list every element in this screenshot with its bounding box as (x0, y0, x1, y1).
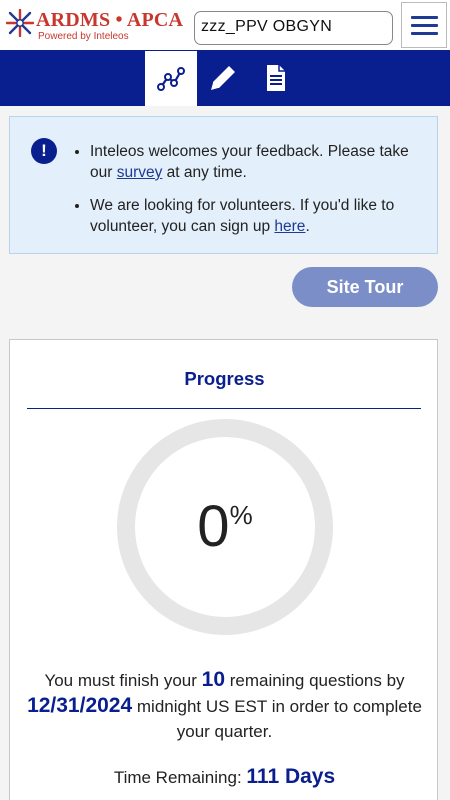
finish-text-part: remaining questions by (225, 671, 405, 690)
site-tour-button[interactable]: Site Tour (292, 267, 438, 307)
time-remaining-value: 111 Days (246, 765, 336, 788)
ardms-apca-logo[interactable]: ARDMS • APCA Powered by Inteleos (6, 9, 186, 43)
hamburger-menu-icon (411, 24, 438, 27)
hamburger-menu-icon (411, 32, 438, 35)
hamburger-menu-icon (411, 16, 438, 19)
progress-card: Progress 0% You must finish your 10 rema… (9, 339, 438, 800)
program-selector[interactable]: zzz_PPV OBGYN (194, 11, 393, 45)
deadline-date: 12/31/2024 (27, 694, 133, 717)
tab-progress[interactable] (145, 50, 197, 106)
title-divider (27, 408, 421, 409)
progress-title: Progress (184, 368, 265, 389)
remaining-count: 10 (201, 668, 225, 691)
percent-value: 0 (197, 494, 230, 559)
exclamation-icon: ! (31, 138, 57, 164)
alert-item-volunteer: We are looking for volunteers. If you'd … (90, 195, 430, 237)
volunteer-link[interactable]: here (274, 218, 305, 235)
menu-button[interactable] (401, 2, 447, 48)
finish-instructions: You must finish your 10 remaining questi… (10, 667, 439, 744)
alert-text: . (305, 218, 310, 235)
time-remaining-label: Time Remaining: (113, 768, 247, 787)
alert-text: at any time. (162, 164, 247, 181)
logo-tagline: Powered by Inteleos (38, 31, 129, 42)
percent-sign: % (229, 500, 253, 530)
alert-text: We are looking for volunteers. If you'd … (90, 197, 395, 235)
app-header: ARDMS • APCA Powered by Inteleos zzz_PPV… (0, 0, 450, 50)
pencil-icon (211, 66, 235, 90)
finish-text-part: You must finish your (44, 671, 202, 690)
finish-text-part: midnight US EST in order to complete you… (132, 697, 422, 741)
feedback-alert: ! Inteleos welcomes your feedback. Pleas… (9, 116, 438, 254)
document-icon (267, 65, 285, 91)
alert-item-survey: Inteleos welcomes your feedback. Please … (90, 141, 430, 183)
tab-practice[interactable] (197, 50, 249, 106)
logo-wordmark: ARDMS • APCA (36, 9, 184, 31)
alert-list: Inteleos welcomes your feedback. Please … (90, 141, 430, 249)
main-nav-bar (0, 50, 450, 106)
survey-link[interactable]: survey (117, 164, 163, 181)
tab-documents[interactable] (249, 50, 301, 106)
progress-chart-icon (157, 67, 185, 91)
time-remaining: Time Remaining: 111 Days (10, 765, 439, 789)
progress-percent: 0% (117, 419, 333, 635)
logo-star-icon (6, 9, 34, 37)
